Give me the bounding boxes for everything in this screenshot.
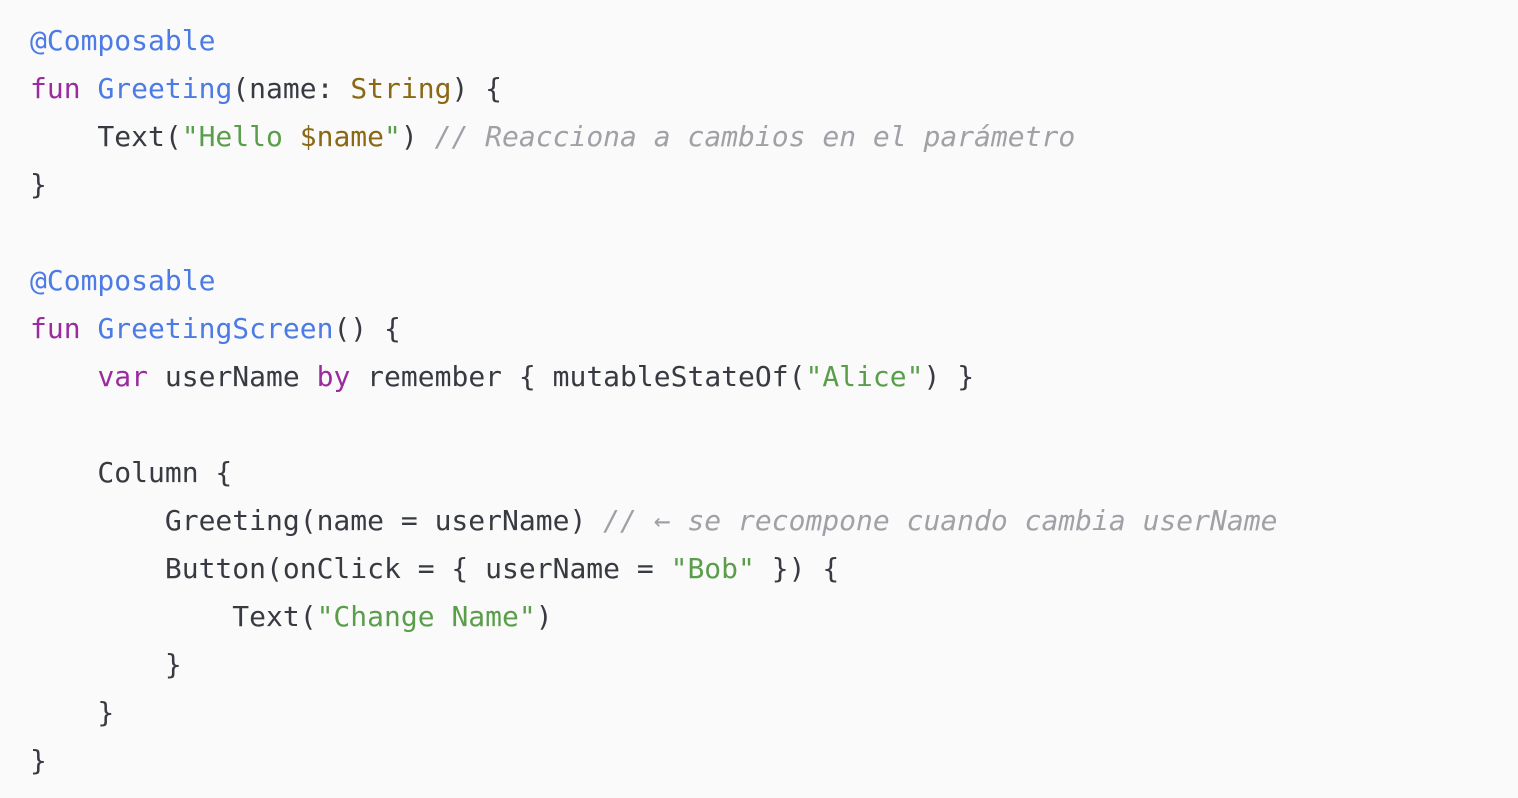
- code-block: @Composable fun Greeting(name: String) { …: [30, 17, 1277, 785]
- code-text: remember { mutableStateOf(: [350, 360, 806, 393]
- keyword: var: [97, 360, 149, 393]
- function-name: Greeting: [97, 72, 233, 105]
- code-text: Greeting(name = userName): [30, 504, 604, 537]
- type-name: String: [350, 72, 452, 105]
- keyword: by: [316, 360, 351, 393]
- code-text: Text(: [30, 600, 317, 633]
- code-line: @Composable: [30, 17, 1277, 65]
- comment: // Reacciona a cambios en el parámetro: [434, 120, 1076, 153]
- code-line: fun GreetingScreen() {: [30, 305, 1277, 353]
- annotation: @Composable: [30, 24, 216, 57]
- code-line: Button(onClick = { userName = "Bob" }) {: [30, 545, 1277, 593]
- code-text: ): [535, 600, 553, 633]
- code-text: () {: [333, 312, 401, 345]
- function-name: GreetingScreen: [97, 312, 334, 345]
- code-text: }: [30, 168, 47, 201]
- code-text: }: [30, 648, 182, 681]
- keyword: fun: [30, 72, 81, 105]
- code-line: Column {: [30, 449, 1277, 497]
- string-interpolation: $name: [299, 120, 385, 153]
- code-line: fun Greeting(name: String) {: [30, 65, 1277, 113]
- code-line: }: [30, 641, 1277, 689]
- code-text: }) {: [754, 552, 840, 585]
- code-line: Text("Change Name"): [30, 593, 1277, 641]
- code-text: }: [30, 744, 47, 777]
- code-text: userName: [148, 360, 317, 393]
- code-line: Greeting(name = userName) // ← se recomp…: [30, 497, 1278, 545]
- code-line: }: [30, 737, 1277, 785]
- string-literal: "Change Name": [316, 600, 536, 633]
- annotation: @Composable: [30, 264, 216, 297]
- string-literal: ": [384, 120, 401, 153]
- code-line: Text("Hello $name") // Reacciona a cambi…: [30, 113, 1277, 161]
- string-literal: "Hello: [181, 120, 300, 153]
- code-text: (name:: [232, 72, 351, 105]
- code-text: Button(onClick = { userName =: [30, 552, 671, 585]
- code-line: }: [30, 689, 1277, 737]
- comment: // ← se recompone cuando cambia userName: [603, 504, 1278, 537]
- string-literal: "Alice": [805, 360, 924, 393]
- code-line: @Composable: [30, 257, 1277, 305]
- code-text: ): [400, 120, 435, 153]
- code-text: ) }: [923, 360, 975, 393]
- code-text: }: [30, 696, 115, 729]
- code-line: }: [30, 161, 1277, 209]
- code-text: ) {: [451, 72, 503, 105]
- keyword: fun: [30, 312, 81, 345]
- code-text: Column {: [30, 456, 233, 489]
- string-literal: "Bob": [670, 552, 755, 585]
- code-line: var userName by remember { mutableStateO…: [30, 353, 1277, 401]
- code-text: Text(: [30, 120, 182, 153]
